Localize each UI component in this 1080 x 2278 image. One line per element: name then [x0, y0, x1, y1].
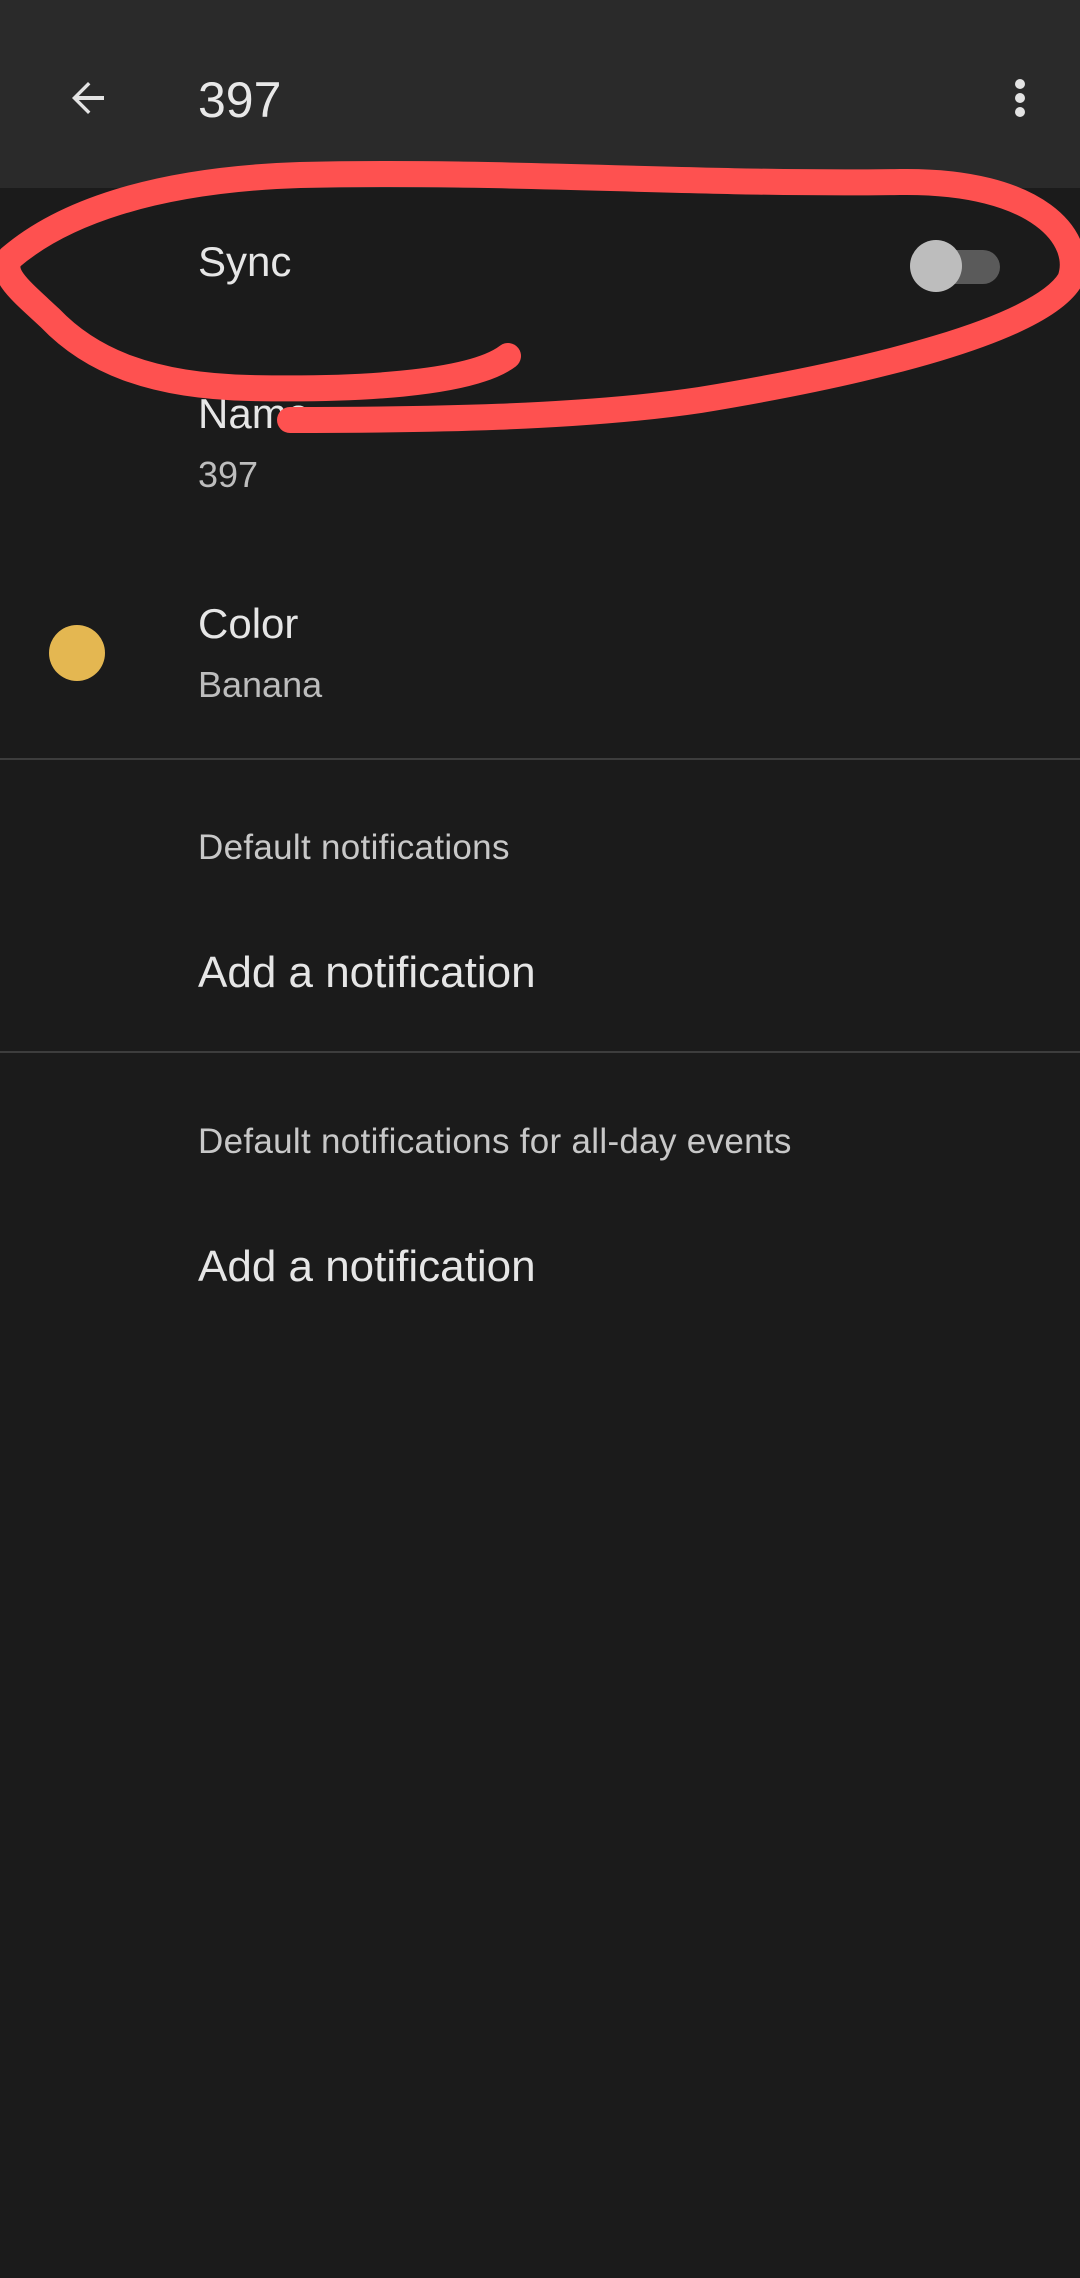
more-options-button[interactable]: [972, 50, 1068, 146]
divider: [0, 1051, 1080, 1053]
default-notifications-header: Default notifications: [198, 828, 510, 867]
name-row[interactable]: Name 397: [0, 374, 1080, 558]
add-notification-row[interactable]: Add a notification: [0, 910, 1080, 1040]
color-label: Color: [198, 600, 299, 647]
add-all-day-notification-row[interactable]: Add a notification: [0, 1204, 1080, 1334]
add-all-day-notification-label: Add a notification: [198, 1242, 536, 1291]
sync-toggle-thumb: [910, 240, 962, 292]
color-row[interactable]: Color Banana: [0, 580, 1080, 758]
back-button[interactable]: [40, 50, 136, 146]
sync-toggle[interactable]: [910, 238, 1006, 292]
all-day-notifications-header: Default notifications for all-day events: [198, 1122, 792, 1161]
name-label: Name: [198, 390, 311, 437]
color-value: Banana: [198, 664, 323, 705]
divider: [0, 758, 1080, 760]
add-notification-label: Add a notification: [198, 948, 536, 997]
color-swatch-icon: [49, 625, 105, 681]
sync-label: Sync: [198, 238, 292, 285]
more-vert-icon: [1015, 79, 1025, 117]
page-title: 397: [198, 72, 282, 128]
arrow-back-icon: [72, 82, 104, 114]
name-value: 397: [198, 454, 259, 495]
app-bar: 397: [0, 0, 1080, 188]
